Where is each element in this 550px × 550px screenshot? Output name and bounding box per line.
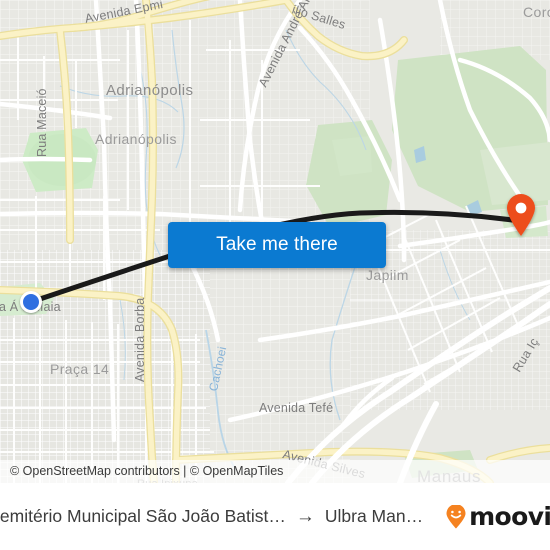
trip-destination-label: Ulbra Man… [324,506,424,526]
moovit-wordmark: moovit [469,502,550,531]
trip-origin-label: Cemitério Municipal São João Batist… [0,506,286,526]
moovit-pin-icon [445,504,467,529]
moovit-logo: moovit [445,502,550,531]
destination-marker[interactable] [505,193,537,237]
arrow-right-icon: → [295,506,315,527]
moovit-trip-map-screen: Adrianópolis Adrianópolis Avenida Epmi ílio… [0,0,550,550]
map-canvas[interactable]: Adrianópolis Adrianópolis Avenida Epmi ílio… [0,0,550,483]
origin-marker[interactable] [20,291,42,313]
take-me-there-button[interactable]: Take me there [168,222,386,268]
trip-summary-bar: Cemitério Municipal São João Batist… → U… [0,483,550,550]
map-attribution: © OpenStreetMap contributors | © OpenMap… [0,460,550,483]
